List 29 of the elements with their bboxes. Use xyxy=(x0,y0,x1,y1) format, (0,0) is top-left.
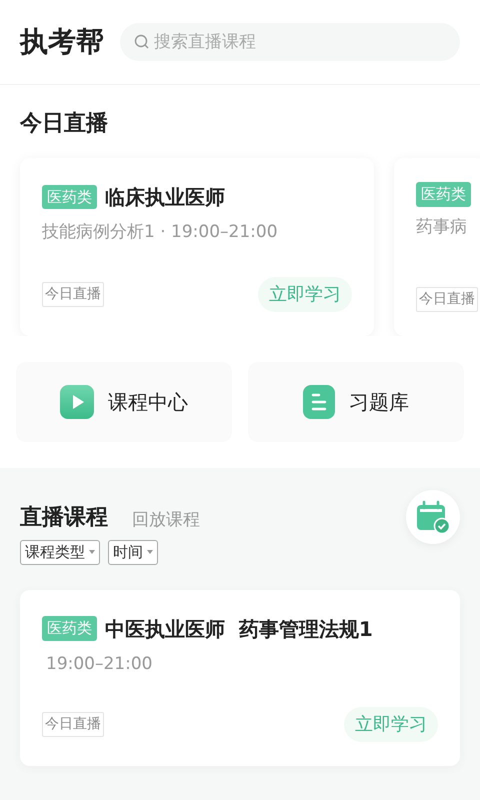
category-tag: 医药类 xyxy=(416,182,471,206)
app-title: 执考帮 xyxy=(20,24,104,60)
course-title: 中医执业医师 药事管理法规1 xyxy=(105,616,373,642)
shortcut-label: 习题库 xyxy=(349,389,409,416)
section-title: 今日直播 xyxy=(18,110,109,138)
list-icon xyxy=(303,385,335,419)
search-field[interactable]: 搜索直播课程 xyxy=(120,23,460,61)
caret-icon xyxy=(89,550,95,554)
course-info: 药事病 xyxy=(416,216,468,238)
shortcut-card[interactable]: 课程中心 xyxy=(16,362,232,442)
course-title: 临床执业医师 xyxy=(105,184,225,211)
course-time: 19:00–21:00 xyxy=(46,652,154,676)
category-tag: 医药类 xyxy=(42,616,97,641)
shortcut-label: 课程中心 xyxy=(108,389,188,416)
category-tag: 医药类 xyxy=(42,184,97,210)
play-icon xyxy=(60,385,94,419)
live-card[interactable]: 医药类 药事病 今日直播 xyxy=(394,158,480,336)
filter-dropdown[interactable]: 课程类型 xyxy=(20,540,100,564)
status-tag: 今日直播 xyxy=(416,287,478,312)
caret-icon xyxy=(147,550,153,554)
course-tab[interactable]: 直播课程 xyxy=(20,500,108,534)
shortcut-card[interactable]: 习题库 xyxy=(248,362,464,442)
filter-dropdown[interactable]: 时间 xyxy=(108,540,158,564)
status-tag: 今日直播 xyxy=(42,282,104,307)
course-card[interactable]: 医药类 中医执业医师 药事管理法规1 19:00–21:00 今日直播 立即学习 xyxy=(20,590,460,766)
calendar-check-icon xyxy=(416,500,450,534)
live-card[interactable]: 医药类 临床执业医师 技能病例分析1 · 19:00–21:00 今日直播 立即学习 xyxy=(20,158,374,336)
course-info: 技能病例分析1 · 19:00–21:00 xyxy=(42,221,279,244)
status-tag: 今日直播 xyxy=(42,712,104,736)
